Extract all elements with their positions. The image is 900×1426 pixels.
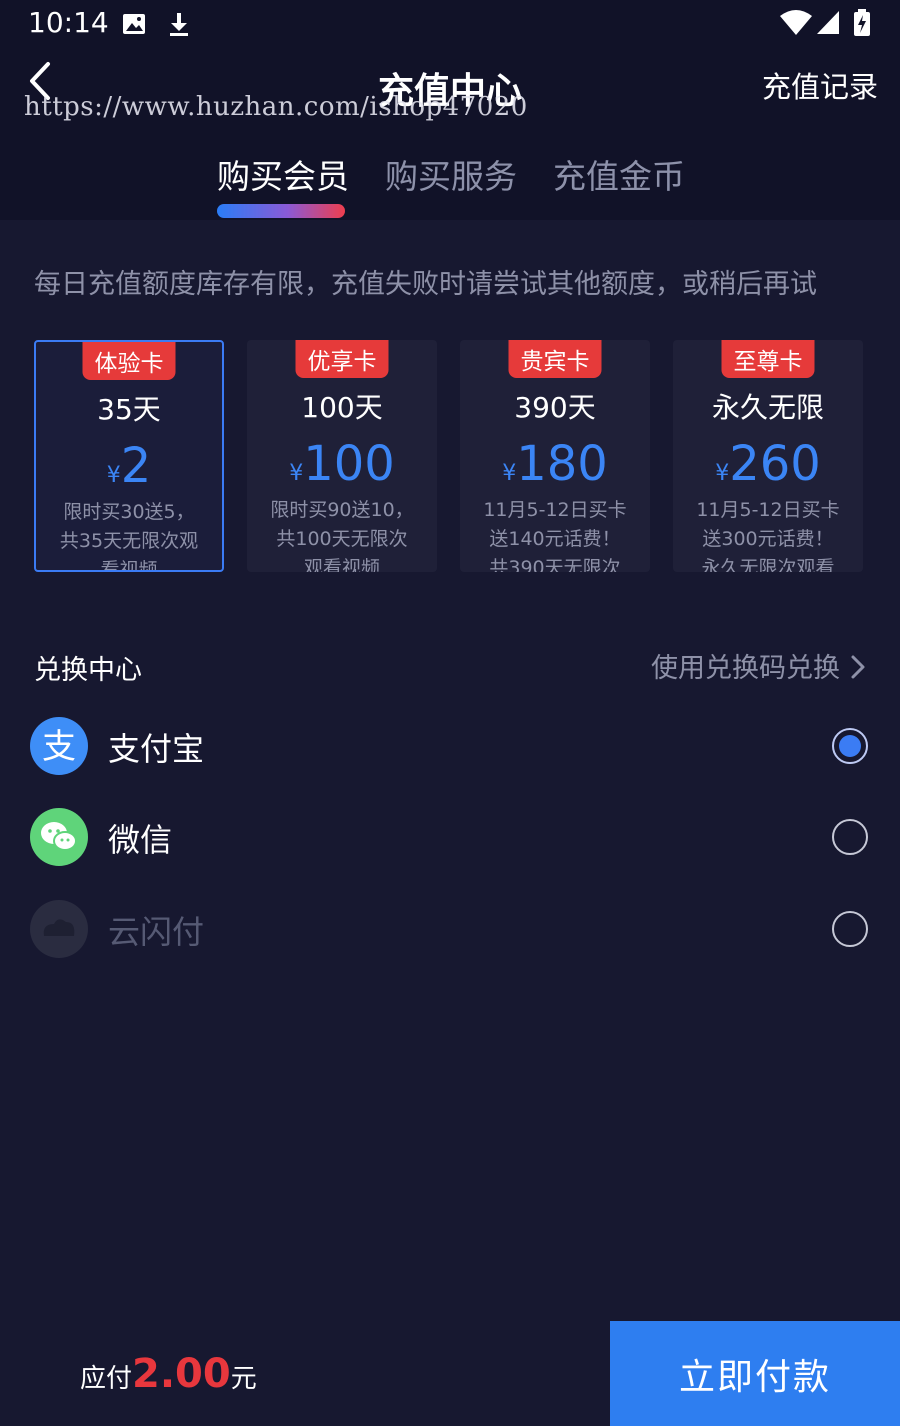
plan-desc-line: 限时买90送10， [270,499,414,521]
plan-duration: 35天 [97,393,161,426]
plan-description: 限时买90送10， 共100天无限次 观看视频 [253,496,431,572]
payment-option-unionpay[interactable]: 云闪付 [0,889,900,969]
payment-radio-alipay[interactable] [832,728,868,764]
plan-description: 限时买30送5， 共35天无限次观 看视频 [42,498,216,572]
tab-buy-service[interactable]: 购买服务 [385,150,517,198]
plan-badge: 体验卡 [82,342,176,380]
payment-radio-unionpay[interactable] [832,911,868,947]
payment-label: 支付宝 [108,730,205,768]
currency-symbol: ¥ [715,461,730,486]
plan-duration: 100天 [301,391,383,424]
status-bar: 10:14 [0,0,900,50]
price-value: 100 [303,436,395,492]
cell-signal-icon [815,8,841,40]
plan-desc-line: 11月5-12日买卡 [483,499,627,521]
payment-option-alipay[interactable]: 支 支付宝 [0,706,900,786]
plan-desc-line: 观看视频 [303,557,380,572]
tab-recharge-coins[interactable]: 充值金币 [553,150,685,198]
plan-desc-line: 限时买30送5， [63,501,195,523]
download-icon [165,10,193,42]
plan-desc-line: 共390天无限次 [489,557,621,572]
plan-badge: 至尊卡 [721,340,815,378]
redeem-code-label: 使用兑换码兑换 [651,653,840,684]
tab-bar: 购买会员 购买服务 充值金币 [0,150,900,220]
active-tab-indicator [217,204,345,218]
currency-symbol: ¥ [289,461,304,486]
plan-description: 11月5-12日买卡 送140元话费！ 共390天无限次 [466,496,644,572]
recharge-history-link[interactable]: 充值记录 [762,64,878,106]
plan-price: ¥100 [247,436,437,492]
plan-card-trial[interactable]: 体验卡 35天 ¥2 限时买30送5， 共35天无限次观 看视频 [34,340,224,572]
svg-text:支: 支 [42,727,76,767]
plan-desc-line: 11月5-12日买卡 [696,499,840,521]
plan-desc-line: 共35天无限次观 [59,530,199,552]
exchange-center-title: 兑换中心 [34,655,142,686]
price-value: 260 [729,436,821,492]
price-value: 180 [516,436,608,492]
plan-badge: 优享卡 [295,340,389,378]
plan-desc-line: 看视频 [100,559,158,572]
plan-price: ¥180 [460,436,650,492]
plan-description: 11月5-12日买卡 送300元话费！ 永久无限次观看 [679,496,857,572]
notice-text: 每日充值额度库存有限，充值失败时请尝试其他额度，或稍后再试 [34,269,817,300]
pay-now-button[interactable]: 立即付款 [610,1321,900,1426]
status-time: 10:14 [28,6,109,39]
amount-unit: 元 [230,1364,257,1394]
currency-symbol: ¥ [502,461,517,486]
plan-card-premium[interactable]: 优享卡 100天 ¥100 限时买90送10， 共100天无限次 观看视频 [247,340,437,572]
chevron-right-icon [851,655,865,679]
amount-due: 应付2.00元 [80,1351,257,1397]
amount-value: 2.00 [132,1351,231,1397]
plan-desc-line: 送300元话费！ [702,528,834,550]
plan-card-supreme[interactable]: 至尊卡 永久无限 ¥260 11月5-12日买卡 送300元话费！ 永久无限次观… [673,340,863,572]
app-header: 10:14 充值中心 充值记录 https://www.huzhan.com/i… [0,0,900,220]
plan-price: ¥2 [36,438,222,494]
wechat-icon [30,808,88,866]
currency-symbol: ¥ [106,463,121,488]
plan-duration: 永久无限 [711,391,824,424]
plan-duration: 390天 [514,391,596,424]
payment-radio-wechat[interactable] [832,819,868,855]
watermark-url: https://www.huzhan.com/ishop47020 [24,92,528,122]
amount-label: 应付 [80,1364,133,1394]
price-value: 2 [120,438,152,494]
plan-cards: 体验卡 35天 ¥2 限时买30送5， 共35天无限次观 看视频 优享卡 100… [34,340,866,574]
plan-desc-line: 永久无限次观看 [701,557,835,572]
payment-label: 云闪付 [108,913,205,951]
tab-buy-membership[interactable]: 购买会员 [217,150,349,198]
alipay-icon: 支 [30,717,88,775]
payment-label: 微信 [108,821,173,859]
checkout-footer: 应付2.00元 立即付款 [0,1321,900,1426]
payment-option-wechat[interactable]: 微信 [0,797,900,877]
wifi-icon [778,8,814,40]
plan-price: ¥260 [673,436,863,492]
plan-badge: 贵宾卡 [508,340,602,378]
battery-charging-icon [852,8,872,42]
plan-desc-line: 送140元话费！ [489,528,621,550]
unionpay-icon [30,900,88,958]
plan-card-vip[interactable]: 贵宾卡 390天 ¥180 11月5-12日买卡 送140元话费！ 共390天无… [460,340,650,572]
plan-desc-line: 共100天无限次 [276,528,408,550]
image-icon [120,10,148,42]
redeem-code-link[interactable]: 使用兑换码兑换 [651,646,866,685]
